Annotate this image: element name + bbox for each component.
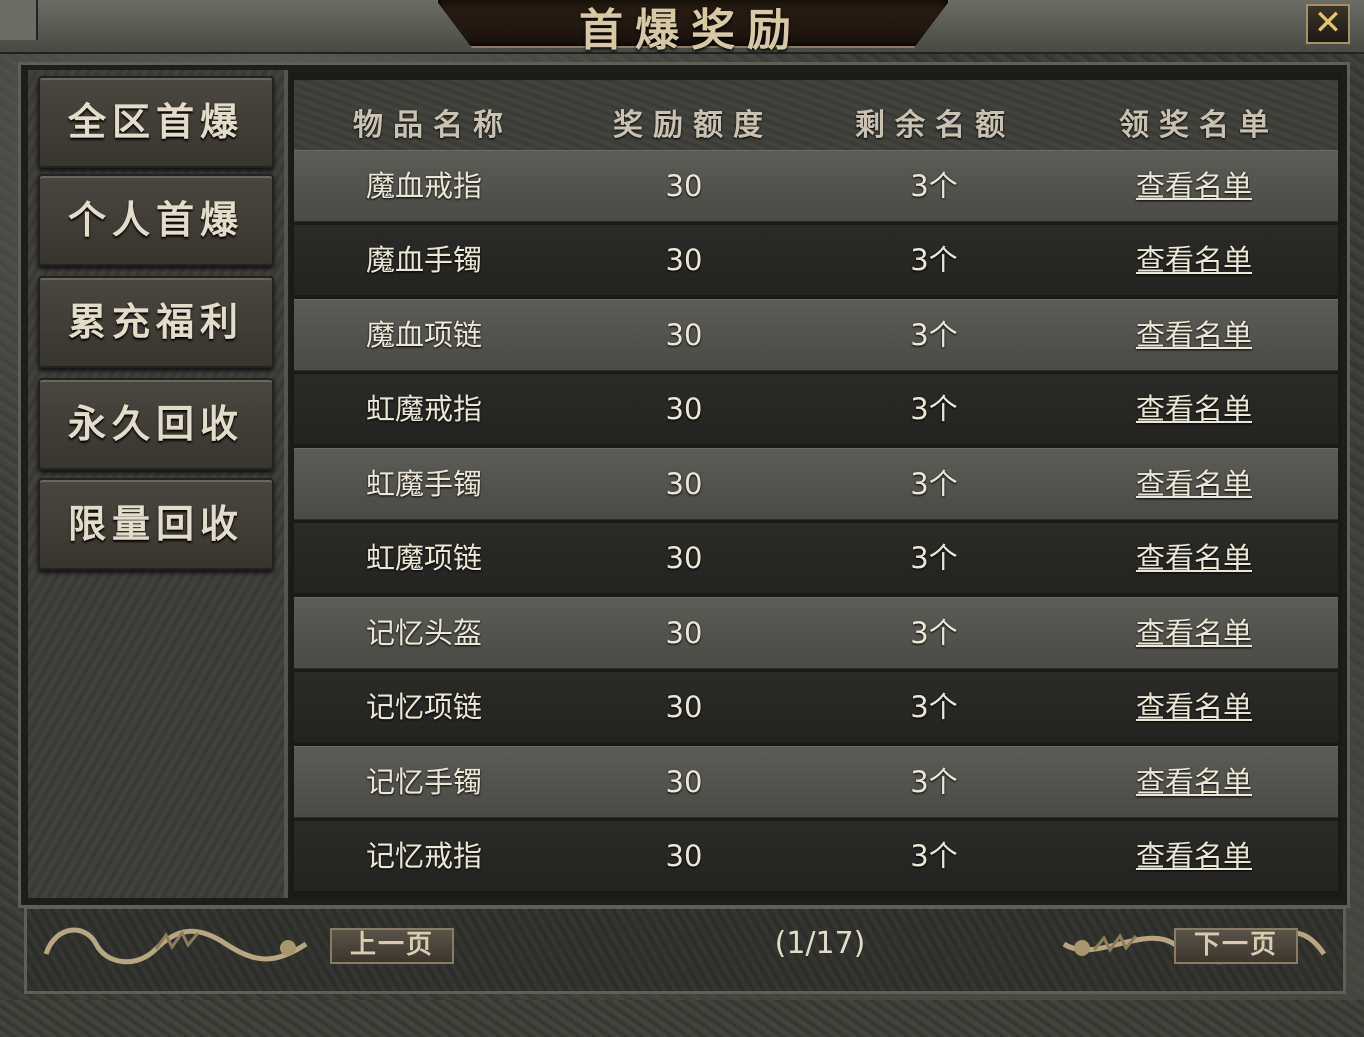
sidebar-item-recharge-welfare[interactable]: 累充福利 [38,276,274,368]
reward-cell: 30 [665,392,703,426]
header-item-name: 物品名称 [353,108,513,143]
close-icon[interactable]: ✕ [1306,4,1350,44]
item-name-cell: 记忆头盔 [365,616,482,650]
table-row: 记忆手镯 30 3个 查看名单 [294,746,1338,818]
reward-cell: 30 [665,541,703,575]
reward-cell: 30 [665,169,703,203]
view-list-link[interactable]: 查看名单 [1094,225,1294,295]
view-list-link[interactable]: 查看名单 [1094,672,1294,742]
reward-cell: 30 [665,467,703,501]
table-row: 记忆头盔 30 3个 查看名单 [294,597,1338,669]
dragon-ornament-left [43,927,308,965]
table-row: 记忆项链 30 3个 查看名单 [294,672,1338,742]
sidebar-item-personal-first-drop[interactable]: 个人首爆 [38,174,274,266]
view-list-link[interactable]: 查看名单 [1094,821,1294,891]
sidebar-item-all-server-first-drop[interactable]: 全区首爆 [38,76,274,168]
sidebar-item-limited-recycle[interactable]: 限量回收 [38,478,274,570]
item-name-cell: 魔血项链 [365,318,482,352]
reward-cell: 30 [665,765,703,799]
table-row: 记忆戒指 30 3个 查看名单 [294,821,1338,891]
next-page-button[interactable]: 下一页 [1174,928,1298,964]
reward-table: 物品名称 奖励额度 剩余名额 领奖名单 魔血戒指 30 3个 查看名单 魔血手镯 30 3个… [290,72,1342,898]
window-title: 首爆奖励 [579,5,803,56]
remaining-cell: 3个 [910,169,958,203]
table-row: 虹魔项链 30 3个 查看名单 [294,523,1338,593]
table-row: 魔血戒指 30 3个 查看名单 [294,150,1338,222]
view-list-link[interactable]: 查看名单 [1094,300,1294,370]
remaining-cell: 3个 [910,616,958,650]
table-row: 魔血手镯 30 3个 查看名单 [294,225,1338,295]
reward-cell: 30 [665,243,703,277]
view-list-link[interactable]: 查看名单 [1094,374,1294,444]
view-list-link[interactable]: 查看名单 [1094,747,1294,817]
view-list-link[interactable]: 查看名单 [1094,598,1294,668]
header-winner-list: 领奖名单 [1119,108,1279,143]
table-row: 魔血项链 30 3个 查看名单 [294,299,1338,371]
frame-corner [0,0,38,40]
table-row: 虹魔手镯 30 3个 查看名单 [294,448,1338,520]
remaining-cell: 3个 [910,318,958,352]
remaining-cell: 3个 [910,541,958,575]
view-list-link[interactable]: 查看名单 [1094,523,1294,593]
page-indicator: (1/17) [774,926,866,961]
item-name-cell: 魔血手镯 [365,243,482,277]
remaining-cell: 3个 [910,839,958,873]
remaining-cell: 3个 [910,690,958,724]
remaining-cell: 3个 [910,765,958,799]
remaining-cell: 3个 [910,467,958,501]
item-name-cell: 记忆戒指 [365,839,482,873]
table-header: 物品名称 奖励额度 剩余名额 领奖名单 [294,80,1338,152]
frame-bottom [0,1000,1364,1037]
reward-cell: 30 [665,839,703,873]
item-name-cell: 记忆项链 [365,690,482,724]
sidebar: 全区首爆 个人首爆 累充福利 永久回收 限量回收 [28,70,288,898]
item-name-cell: 虹魔项链 [365,541,482,575]
header-reward: 奖励额度 [613,108,773,143]
item-name-cell: 虹魔手镯 [365,467,482,501]
sidebar-item-permanent-recycle[interactable]: 永久回收 [38,378,274,470]
header-remaining: 剩余名额 [855,108,1015,143]
remaining-cell: 3个 [910,243,958,277]
prev-page-button[interactable]: 上一页 [330,928,454,964]
view-list-link[interactable]: 查看名单 [1094,151,1294,221]
table-row: 虹魔戒指 30 3个 查看名单 [294,374,1338,444]
item-name-cell: 虹魔戒指 [365,392,482,426]
item-name-cell: 魔血戒指 [365,169,482,203]
item-name-cell: 记忆手镯 [365,765,482,799]
reward-cell: 30 [665,690,703,724]
view-list-link[interactable]: 查看名单 [1094,449,1294,519]
reward-cell: 30 [665,616,703,650]
remaining-cell: 3个 [910,392,958,426]
reward-cell: 30 [665,318,703,352]
